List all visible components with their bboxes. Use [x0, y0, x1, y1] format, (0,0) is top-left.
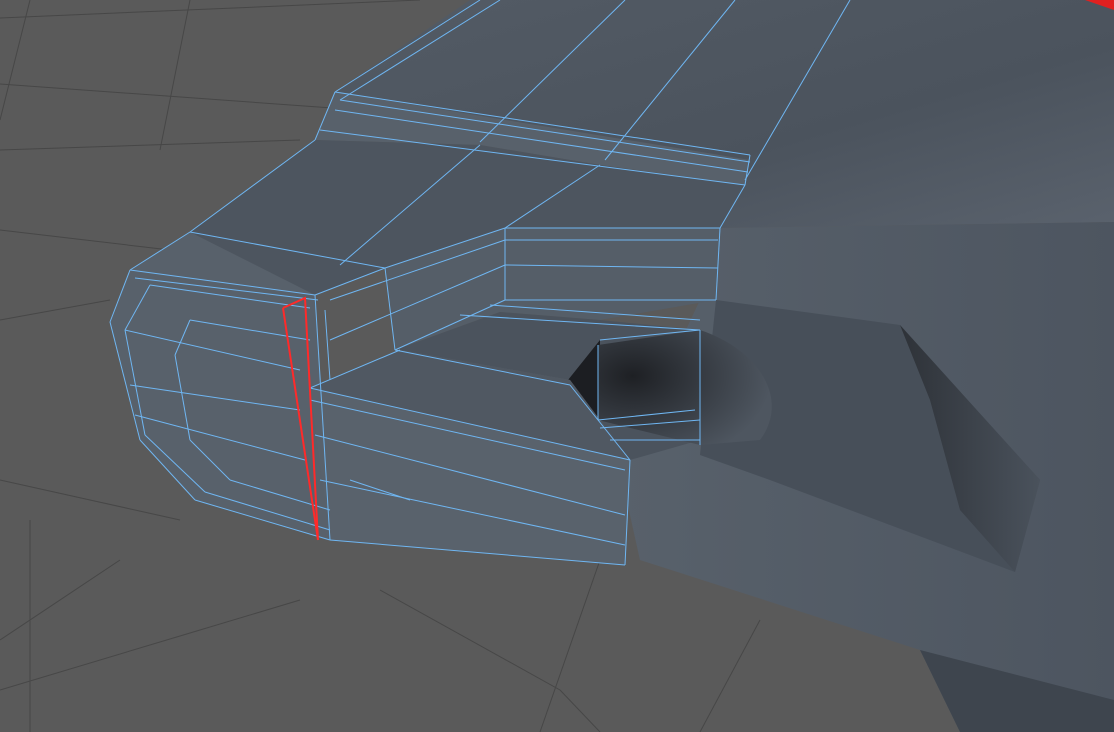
3d-viewport[interactable]: [0, 0, 1114, 732]
